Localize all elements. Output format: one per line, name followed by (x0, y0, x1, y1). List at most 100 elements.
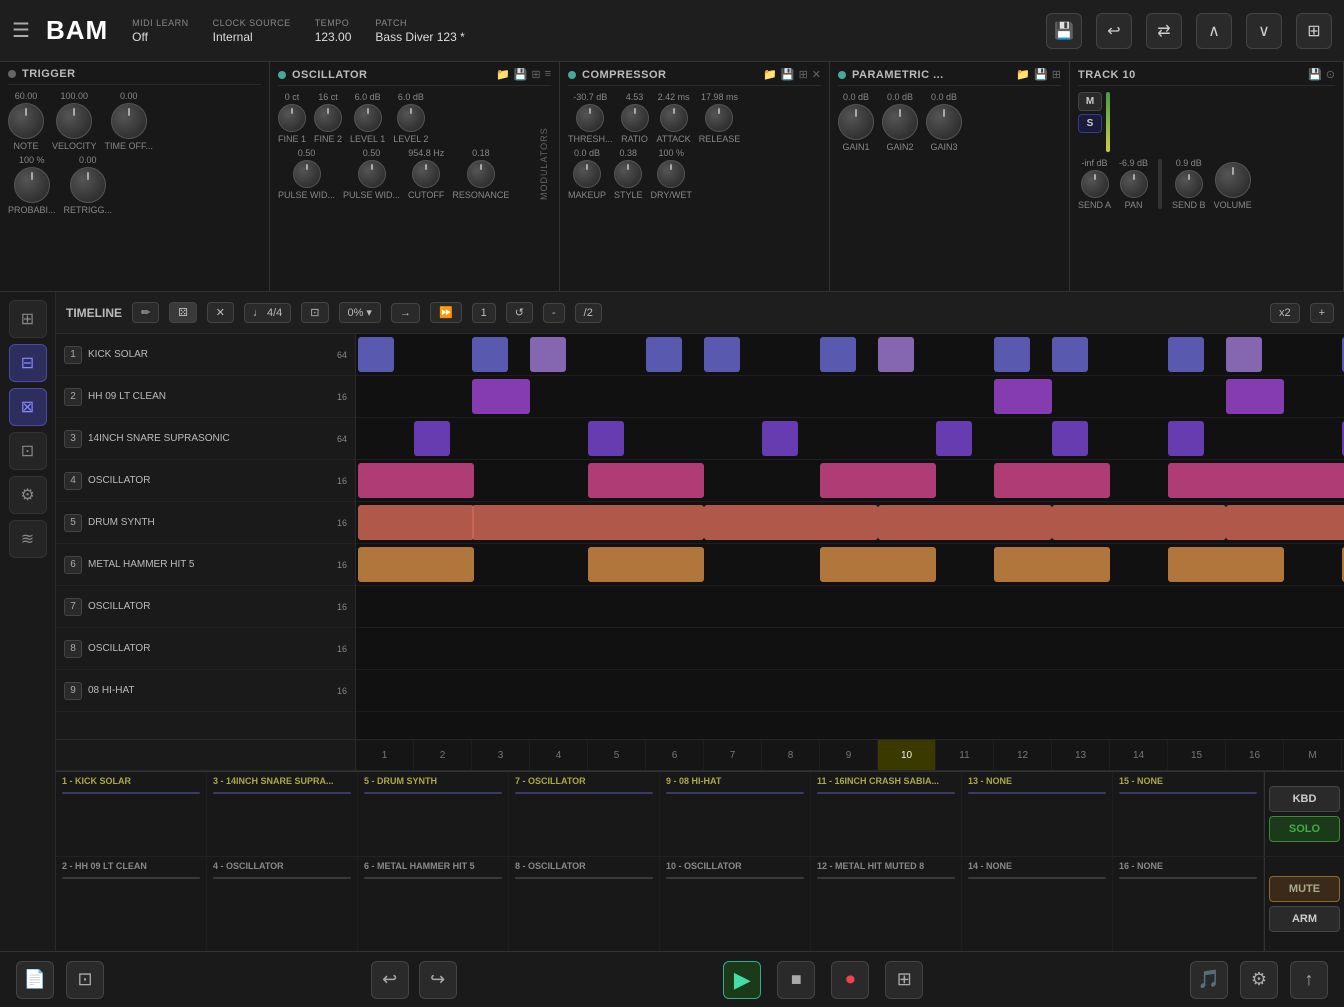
comp-close-icon[interactable]: ✕ (812, 68, 821, 81)
save-button[interactable]: 💾 (1046, 13, 1082, 49)
pattern-label-5[interactable]: 5 - DRUM SYNTH (358, 772, 509, 856)
pattern-3-6[interactable] (1168, 421, 1204, 456)
folder-icon[interactable]: 📁 (496, 68, 510, 81)
bar-num-13[interactable]: 13 (1052, 740, 1110, 770)
cutoff-knob[interactable] (412, 160, 440, 188)
fine1-knob[interactable] (278, 104, 306, 132)
thresh-knob[interactable] (576, 104, 604, 132)
pattern-3-4[interactable] (936, 421, 972, 456)
track-row-3[interactable]: 3 14INCH SNARE SUPRASONIC 64 (56, 418, 355, 460)
pattern-3-3[interactable] (762, 421, 798, 456)
plus-button[interactable]: + (1310, 303, 1334, 323)
pattern-2-1[interactable] (472, 379, 530, 414)
pattern-label-13[interactable]: 13 - NONE (962, 772, 1113, 856)
pattern-label-10[interactable]: 10 - OSCILLATOR (660, 857, 811, 951)
track10-settings-icon[interactable]: ⊙ (1326, 68, 1335, 81)
close-button[interactable]: ✕ (207, 302, 234, 323)
bar-num-1[interactable]: 1 (356, 740, 414, 770)
pattern-label-15[interactable]: 15 - NONE (1113, 772, 1264, 856)
param-grid-icon[interactable]: ⊞ (1052, 68, 1061, 81)
pattern-2-3[interactable] (1226, 379, 1284, 414)
transport-win[interactable]: ⊡ (66, 961, 104, 999)
pattern-6-1[interactable] (358, 547, 474, 582)
bar-num-6[interactable]: 6 (646, 740, 704, 770)
pattern-1-5[interactable] (704, 337, 740, 372)
pattern-5-4[interactable] (878, 505, 1052, 540)
track-row-8[interactable]: 8 OSCILLATOR 16 (56, 628, 355, 670)
prob-knob[interactable] (14, 167, 50, 203)
track-row-9[interactable]: 9 08 HI-HAT 16 (56, 670, 355, 712)
track-row-7[interactable]: 7 OSCILLATOR 16 (56, 586, 355, 628)
up-button[interactable]: ∧ (1196, 13, 1232, 49)
bar-num-9[interactable]: 9 (820, 740, 878, 770)
grid-button[interactable]: ⊞ (1296, 13, 1332, 49)
pattern-3-2[interactable] (588, 421, 624, 456)
track-row-2[interactable]: 2 HH 09 LT CLEAN 16 (56, 376, 355, 418)
grid-view-icon[interactable]: ⊞ (531, 68, 540, 81)
transport-loop[interactable]: ⊞ (885, 961, 923, 999)
bar-num-15[interactable]: 15 (1168, 740, 1226, 770)
pattern-1-10[interactable] (1168, 337, 1204, 372)
pattern-1-2[interactable] (472, 337, 508, 372)
track10-save-icon[interactable]: 💾 (1308, 68, 1322, 81)
dice-button[interactable]: ⚄ (169, 302, 197, 323)
style-knob[interactable] (614, 160, 642, 188)
bar-num-12[interactable]: 12 (994, 740, 1052, 770)
note-button[interactable]: ♩ 4/4 (244, 303, 291, 323)
sidebar-icon-sequencer[interactable]: ⊟ (9, 344, 47, 382)
sidebar-icon-settings[interactable]: ⚙ (9, 476, 47, 514)
pattern-1-3[interactable] (530, 337, 566, 372)
menu-icon[interactable]: ≡ (545, 68, 551, 81)
level1-knob[interactable] (354, 104, 382, 132)
pattern-label-9[interactable]: 9 - 08 HI-HAT (660, 772, 811, 856)
kbd-button[interactable]: KBD (1269, 786, 1340, 812)
solo-button[interactable]: SOLO (1269, 816, 1340, 842)
makeup-knob[interactable] (573, 160, 601, 188)
pattern-label-7[interactable]: 7 - OSCILLATOR (509, 772, 660, 856)
ratio-knob[interactable] (621, 104, 649, 132)
sendb-knob[interactable] (1175, 170, 1203, 198)
pencil-button[interactable]: ✏ (132, 302, 159, 323)
bar-num-3[interactable]: 3 (472, 740, 530, 770)
bar-num-4[interactable]: 4 (530, 740, 588, 770)
percent-button[interactable]: 0% ▾ (339, 302, 381, 323)
pw2-knob[interactable] (358, 160, 386, 188)
pattern-label-4[interactable]: 4 - OSCILLATOR (207, 857, 358, 951)
pw1-knob[interactable] (293, 160, 321, 188)
undo-button[interactable]: ↩ (1096, 13, 1132, 49)
sidebar-icon-grid[interactable]: ⊞ (9, 300, 47, 338)
level2-knob[interactable] (397, 104, 425, 132)
pan-knob[interactable] (1120, 170, 1148, 198)
comp-folder-icon[interactable]: 📁 (763, 68, 777, 81)
pattern-5-2[interactable] (472, 505, 704, 540)
pattern-4-3[interactable] (820, 463, 936, 498)
sidebar-icon-mix[interactable]: ⊡ (9, 432, 47, 470)
transport-file[interactable]: 📄 (16, 961, 54, 999)
bar-num-7[interactable]: 7 (704, 740, 762, 770)
pattern-4-5[interactable] (1168, 463, 1344, 498)
track-row-1[interactable]: 1 KICK SOLAR 64 (56, 334, 355, 376)
transport-record[interactable]: ⏺ (831, 961, 869, 999)
note-knob[interactable] (8, 103, 44, 139)
pattern-1-1[interactable] (358, 337, 394, 372)
dash-button[interactable]: - (543, 303, 565, 323)
pattern-4-2[interactable] (588, 463, 704, 498)
pattern-1-9[interactable] (1052, 337, 1088, 372)
pattern-3-1[interactable] (414, 421, 450, 456)
hamburger-menu[interactable]: ☰ (12, 18, 30, 43)
loop-button[interactable]: ↺ (506, 302, 533, 323)
pattern-label-1[interactable]: 1 - KICK SOLAR (56, 772, 207, 856)
pattern-4-4[interactable] (994, 463, 1110, 498)
pattern-3-5[interactable] (1052, 421, 1088, 456)
timeoff-knob[interactable] (111, 103, 147, 139)
transport-metronome[interactable]: ⚙ (1240, 961, 1278, 999)
pattern-5-3[interactable] (704, 505, 878, 540)
pattern-5-5[interactable] (1052, 505, 1226, 540)
pattern-1-7[interactable] (878, 337, 914, 372)
fastfwd-button[interactable]: ⏩ (430, 302, 462, 323)
comp-save-icon[interactable]: 💾 (781, 68, 795, 81)
pattern-4-1[interactable] (358, 463, 474, 498)
pattern-6-5[interactable] (1168, 547, 1284, 582)
pattern-1-6[interactable] (820, 337, 856, 372)
param-save-icon[interactable]: 💾 (1034, 68, 1048, 81)
